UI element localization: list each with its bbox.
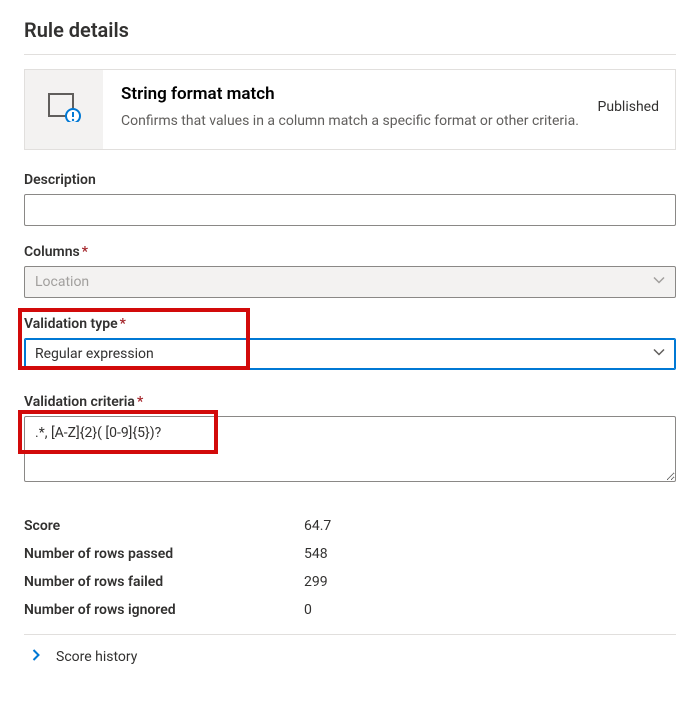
rule-type-icon-cell: [25, 70, 103, 149]
columns-select-value: Location: [35, 274, 89, 290]
stat-row-ignored: Number of rows ignored 0: [24, 596, 676, 624]
chevron-down-icon: [653, 274, 665, 290]
field-columns: Columns* Location: [24, 244, 676, 298]
stat-value-ignored: 0: [304, 602, 312, 618]
rule-status: Published: [598, 84, 659, 115]
stat-value-passed: 548: [304, 546, 328, 562]
chevron-right-icon: [30, 649, 42, 665]
field-description: Description: [24, 172, 676, 226]
string-format-icon: [47, 92, 81, 126]
columns-select[interactable]: Location: [24, 266, 676, 298]
stat-row-failed: Number of rows failed 299: [24, 568, 676, 596]
validation-criteria-label-text: Validation criteria: [24, 394, 135, 410]
stat-value-score: 64.7: [304, 518, 331, 534]
rule-details-panel: Rule details String format match Confirm…: [0, 0, 700, 695]
description-label: Description: [24, 172, 676, 188]
stat-label-score: Score: [24, 518, 304, 534]
required-asterisk: *: [120, 316, 126, 332]
rule-type-card: String format match Confirms that values…: [24, 69, 676, 150]
validation-type-label: Validation type*: [24, 316, 676, 332]
stat-label-failed: Number of rows failed: [24, 574, 304, 590]
score-history-expander[interactable]: Score history: [24, 635, 676, 671]
chevron-down-icon: [653, 346, 665, 362]
stat-row-score: Score 64.7: [24, 512, 676, 540]
validation-type-value: Regular expression: [35, 346, 154, 362]
required-asterisk: *: [82, 244, 88, 260]
description-input[interactable]: [24, 194, 676, 226]
columns-label-text: Columns: [24, 244, 80, 260]
validation-criteria-textarea[interactable]: [24, 416, 676, 482]
rule-type-title: String format match: [121, 84, 582, 104]
page-title: Rule details: [24, 18, 676, 42]
rule-type-text: String format match Confirms that values…: [121, 84, 582, 131]
validation-type-select[interactable]: Regular expression: [24, 338, 676, 370]
validation-type-label-text: Validation type: [24, 316, 118, 332]
validation-criteria-label: Validation criteria*: [24, 394, 676, 410]
stat-label-ignored: Number of rows ignored: [24, 602, 304, 618]
rule-type-body: String format match Confirms that values…: [103, 70, 675, 149]
stat-row-passed: Number of rows passed 548: [24, 540, 676, 568]
field-validation-type: Validation type* Regular expression: [24, 316, 676, 376]
columns-label: Columns*: [24, 244, 676, 260]
field-validation-criteria: Validation criteria*: [24, 394, 676, 492]
stat-value-failed: 299: [304, 574, 328, 590]
rule-stats: Score 64.7 Number of rows passed 548 Num…: [24, 512, 676, 624]
rule-type-description: Confirms that values in a column match a…: [121, 112, 582, 131]
divider: [24, 54, 676, 55]
score-history-label: Score history: [56, 649, 137, 665]
stat-label-passed: Number of rows passed: [24, 546, 304, 562]
required-asterisk: *: [137, 394, 143, 410]
